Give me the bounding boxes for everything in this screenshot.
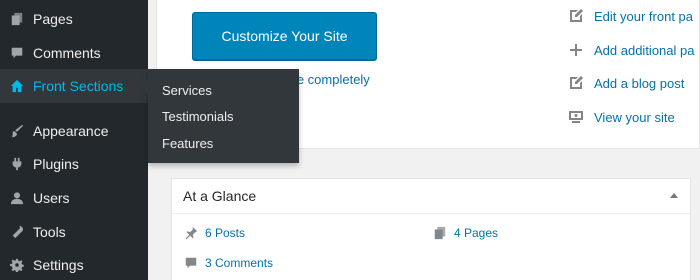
edit-front-page-link[interactable]: Edit your front pa — [594, 9, 693, 24]
sidebar-item-pages[interactable]: Pages — [0, 2, 148, 36]
comment-icon — [183, 255, 199, 271]
glance-posts[interactable]: 6 Posts — [183, 225, 245, 241]
tools-icon — [10, 225, 24, 239]
view-site-link[interactable]: View your site — [594, 110, 675, 125]
pin-icon — [183, 225, 199, 241]
home-icon — [10, 79, 24, 93]
pages-icon — [432, 225, 448, 241]
glance-title: At a Glance — [183, 188, 257, 204]
sidebar-item-tools[interactable]: Tools — [0, 215, 148, 249]
sidebar-item-label: Tools — [33, 224, 66, 240]
plus-icon — [567, 41, 585, 59]
plugins-icon — [10, 157, 24, 171]
sidebar-item-appearance[interactable]: Appearance — [0, 114, 148, 148]
sidebar-item-comments[interactable]: Comments — [0, 36, 148, 70]
submenu-item-services[interactable]: Services — [162, 77, 212, 103]
next-step-add-blog-post[interactable]: Add a blog post — [567, 73, 684, 93]
comments-icon — [10, 46, 24, 60]
sidebar-item-plugins[interactable]: Plugins — [0, 147, 148, 181]
edit-icon — [567, 7, 585, 25]
collapse-toggle-icon[interactable] — [670, 193, 678, 198]
sidebar-item-label: Pages — [33, 11, 73, 27]
view-site-icon — [567, 108, 585, 126]
sidebar-item-label: Appearance — [33, 123, 109, 139]
glance-header[interactable]: At a Glance — [172, 179, 690, 214]
add-pages-link[interactable]: Add additional pa — [594, 43, 694, 58]
settings-icon — [10, 258, 24, 272]
glance-pages[interactable]: 4 Pages — [432, 225, 498, 241]
next-step-add-pages[interactable]: Add additional pa — [567, 40, 694, 60]
edit-icon — [567, 74, 585, 92]
pages-icon — [10, 12, 24, 26]
users-icon — [10, 191, 24, 205]
posts-count-link[interactable]: 6 Posts — [205, 226, 245, 240]
sidebar-item-settings[interactable]: Settings — [0, 248, 148, 280]
sidebar-item-label: Settings — [33, 257, 84, 273]
sidebar-item-users[interactable]: Users — [0, 181, 148, 215]
at-a-glance-widget: At a Glance 6 Posts 4 Pages 3 Comments — [171, 178, 691, 280]
comments-count-link[interactable]: 3 Comments — [205, 256, 273, 270]
next-step-view-site[interactable]: View your site — [567, 107, 675, 127]
sidebar-item-label: Users — [33, 190, 70, 206]
sidebar-item-label: Front Sections — [33, 78, 124, 94]
admin-sidebar: Pages Comments Front Sections Appearance… — [0, 0, 148, 280]
sidebar-item-label: Plugins — [33, 156, 79, 172]
submenu-item-features[interactable]: Features — [162, 130, 213, 156]
sidebar-item-front-sections[interactable]: Front Sections — [0, 69, 148, 103]
add-blog-post-link[interactable]: Add a blog post — [594, 76, 684, 91]
next-step-edit-front-page[interactable]: Edit your front pa — [567, 6, 693, 26]
front-sections-submenu: Services Testimonials Features — [140, 69, 299, 163]
customize-site-button[interactable]: Customize Your Site — [192, 12, 377, 60]
appearance-icon — [10, 124, 24, 138]
pages-count-link[interactable]: 4 Pages — [454, 226, 498, 240]
sidebar-item-label: Comments — [33, 45, 101, 61]
glance-comments[interactable]: 3 Comments — [183, 255, 273, 271]
submenu-item-testimonials[interactable]: Testimonials — [162, 103, 234, 129]
